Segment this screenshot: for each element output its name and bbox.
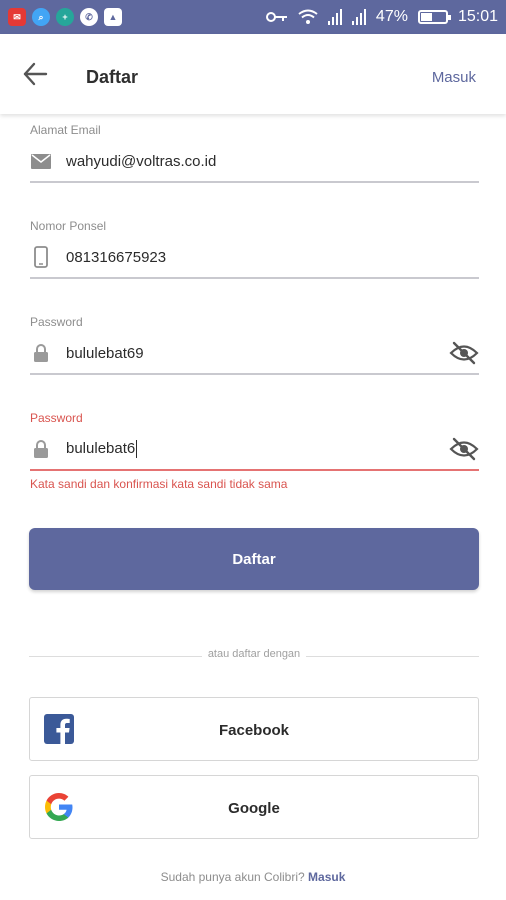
login-link[interactable]: Masuk xyxy=(432,69,476,86)
page-title: Daftar xyxy=(86,67,139,87)
key-icon xyxy=(265,12,287,22)
confirm-password-input-wrap[interactable]: bululebat6 xyxy=(66,440,449,459)
notification-icon-1: ✉ xyxy=(8,8,26,26)
arrow-left-icon xyxy=(23,62,48,86)
divider: atau daftar dengan xyxy=(29,648,479,664)
google-button[interactable]: Google xyxy=(29,775,479,839)
signal-icon-1 xyxy=(327,9,342,25)
signal-icon-2 xyxy=(351,9,366,25)
notification-icons: ✉ ⌕ + ✆ ▲ xyxy=(8,8,122,26)
password-underline xyxy=(30,373,479,375)
footer-prompt: Sudah punya akun Colibri? xyxy=(160,870,305,884)
app-bar: Daftar Masuk xyxy=(0,34,506,114)
lock-icon xyxy=(30,342,52,364)
search-app-icon: ⌕ xyxy=(32,8,50,26)
phone-underline xyxy=(30,277,479,279)
facebook-button[interactable]: Facebook xyxy=(29,697,479,761)
email-underline xyxy=(30,181,479,183)
divider-text: atau daftar dengan xyxy=(201,648,307,660)
footer-login-link[interactable]: Masuk xyxy=(308,870,345,884)
battery-icon xyxy=(417,10,451,24)
image-icon: ▲ xyxy=(104,8,122,26)
phone-field[interactable]: 081316675923 xyxy=(30,237,479,277)
google-label: Google xyxy=(228,800,280,817)
error-message: Kata sandi dan konfirmasi kata sandi tid… xyxy=(30,477,288,491)
email-label: Alamat Email xyxy=(30,123,101,137)
password-input[interactable]: bululebat69 xyxy=(66,345,449,362)
register-button[interactable]: Daftar xyxy=(29,528,479,590)
confirm-password-field-group: Password bululebat6 Kata sandi dan konfi… xyxy=(30,411,479,491)
back-button[interactable] xyxy=(22,60,52,88)
mail-icon xyxy=(30,150,52,172)
system-tray: 47% 15:01 xyxy=(265,0,498,34)
confirm-password-input[interactable]: bululebat6 xyxy=(66,440,135,457)
email-input[interactable]: wahyudi@voltras.co.id xyxy=(66,153,479,170)
plus-circle-icon: + xyxy=(56,8,74,26)
lock-icon xyxy=(30,438,52,460)
phone-label: Nomor Ponsel xyxy=(30,219,107,233)
eye-off-icon[interactable] xyxy=(449,341,479,365)
battery-fill xyxy=(420,13,433,21)
password-field-group: Password bululebat69 xyxy=(30,315,479,375)
eye-off-icon[interactable] xyxy=(449,437,479,461)
clock: 15:01 xyxy=(457,8,498,25)
footer: Sudah punya akun Colibri? Masuk xyxy=(0,870,506,884)
email-field-group: Alamat Email wahyudi@voltras.co.id xyxy=(30,123,479,183)
battery-percent: 47% xyxy=(375,8,408,25)
password-field[interactable]: bululebat69 xyxy=(30,333,479,373)
phone-icon xyxy=(30,246,52,268)
confirm-password-field[interactable]: bululebat6 xyxy=(30,429,479,469)
confirm-password-label: Password xyxy=(30,411,83,425)
confirm-password-underline xyxy=(30,469,479,471)
whatsapp-icon: ✆ xyxy=(80,8,98,26)
email-field[interactable]: wahyudi@voltras.co.id xyxy=(30,141,479,181)
phone-input[interactable]: 081316675923 xyxy=(66,249,479,266)
text-cursor xyxy=(136,440,138,459)
phone-field-group: Nomor Ponsel 081316675923 xyxy=(30,219,479,279)
password-label: Password xyxy=(30,315,83,329)
facebook-label: Facebook xyxy=(218,722,290,739)
status-bar: ✉ ⌕ + ✆ ▲ 47% 15:01 xyxy=(0,0,506,34)
wifi-icon xyxy=(298,9,318,24)
